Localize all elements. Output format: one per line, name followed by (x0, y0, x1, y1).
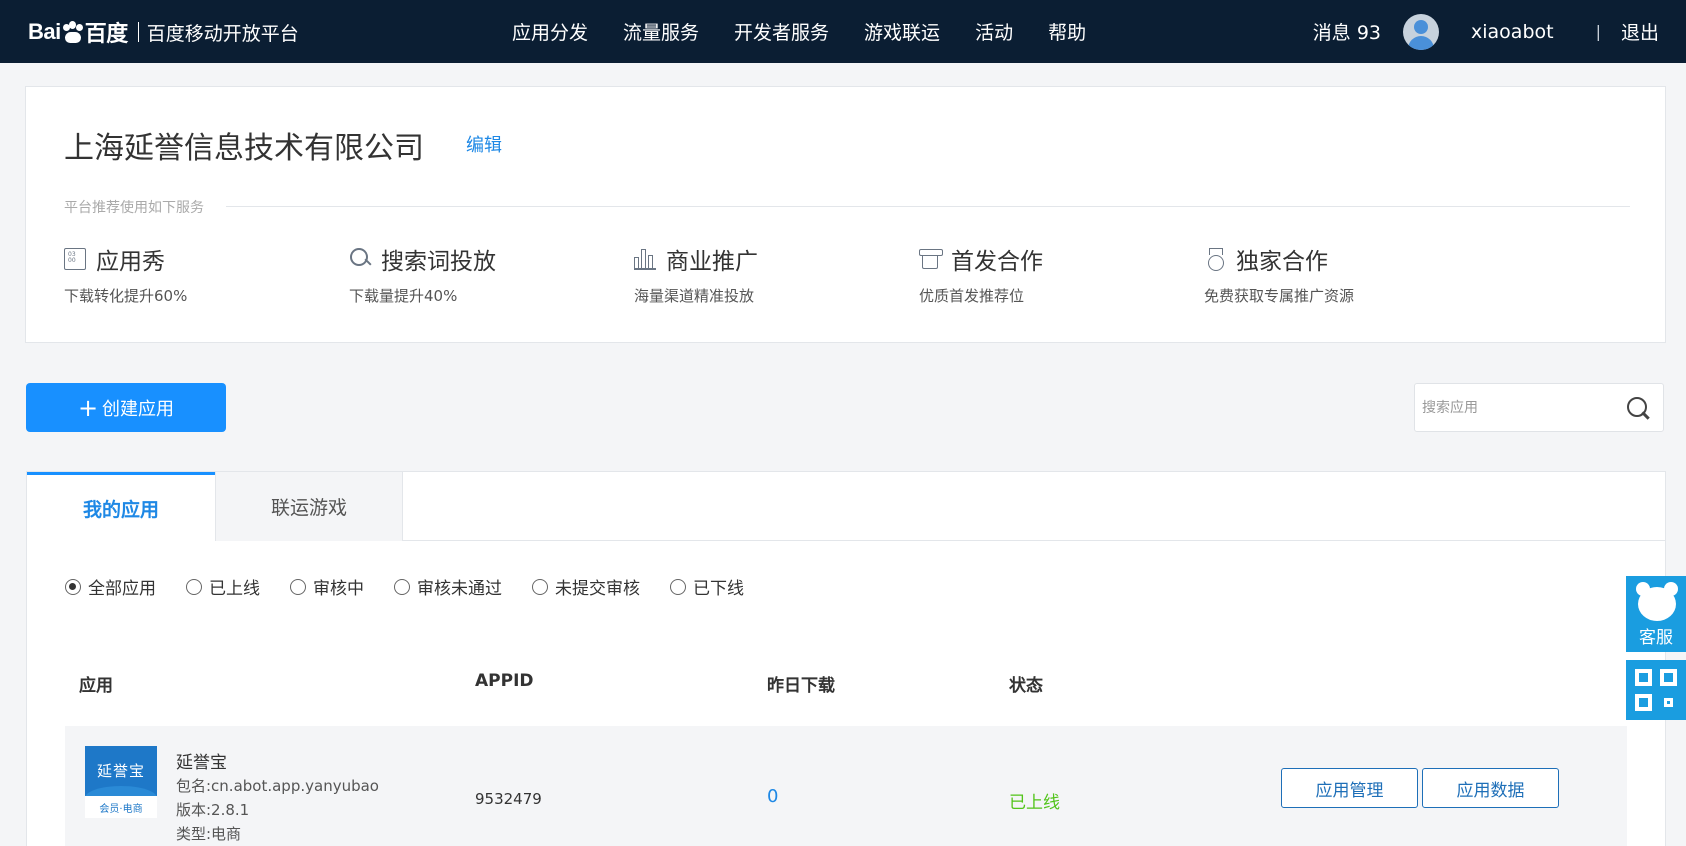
radio[interactable] (394, 578, 410, 595)
company-card: 上海延誉信息技术有限公司 编辑 平台推荐使用如下服务 应用秀 下载转化提升60%… (25, 86, 1666, 343)
bear-icon (1634, 582, 1680, 622)
service-app-show[interactable]: 应用秀 下载转化提升60% (64, 243, 344, 306)
user-bar: 消息 93 xiaoabot | 退出 (1313, 0, 1686, 63)
radio[interactable] (186, 578, 202, 595)
table-row: 延誉宝 会员·电商 延誉宝 包名:cn.abot.app.yanyubao 版本… (65, 726, 1627, 846)
cup-icon (919, 248, 943, 270)
column-header-status: 状态 (1009, 676, 1043, 696)
baidu-logo[interactable]: Bai 百度 百度移动开放平台 (28, 12, 299, 52)
service-name: 搜索词投放 (381, 249, 496, 275)
tab-joint-games[interactable]: 联运游戏 (215, 472, 403, 541)
paw-icon (62, 21, 84, 43)
filter-label: 审核中 (313, 579, 364, 599)
radio[interactable] (290, 578, 306, 595)
nav-item-help[interactable]: 帮助 (1048, 18, 1086, 45)
service-desc: 海量渠道精准投放 (634, 287, 755, 305)
qr-code-button[interactable] (1626, 660, 1686, 720)
radio[interactable] (670, 578, 686, 595)
tab-bar: 我的应用 联运游戏 (27, 472, 1665, 542)
nav-item-game-operations[interactable]: 游戏联运 (864, 18, 940, 45)
service-desc: 优质首发推荐位 (919, 287, 1025, 305)
logo-mark: Bai 百度 (28, 16, 128, 48)
service-search-keywords[interactable]: 搜索词投放 下载量提升40% (349, 243, 629, 306)
service-desc: 下载转化提升60% (64, 287, 188, 305)
filter-offline[interactable]: 已下线 (670, 574, 744, 599)
customer-service-label: 客服 (1639, 628, 1673, 648)
messages-link[interactable]: 消息 93 (1313, 18, 1381, 45)
search-input[interactable] (1422, 396, 1612, 420)
app-manage-button[interactable]: 应用管理 (1281, 768, 1418, 808)
service-commercial-promotion[interactable]: 商业推广 海量渠道精准投放 (634, 243, 914, 306)
app-id: 9532479 (475, 790, 542, 808)
logo-divider (137, 22, 139, 42)
edit-company-link[interactable]: 编辑 (466, 131, 502, 157)
service-exclusive[interactable]: 独家合作 免费获取专属推广资源 (1204, 243, 1484, 306)
service-name: 商业推广 (666, 249, 758, 275)
filter-not-submitted[interactable]: 未提交审核 (532, 574, 640, 599)
logout-link[interactable]: 退出 (1621, 18, 1659, 45)
create-app-button[interactable]: + 创建应用 (26, 383, 226, 432)
service-name: 应用秀 (96, 249, 165, 275)
filter-label: 已下线 (693, 579, 744, 599)
service-name: 独家合作 (1236, 249, 1328, 275)
username[interactable]: xiaoabot (1471, 21, 1554, 43)
app-logo-subtext: 会员·电商 (99, 804, 143, 815)
filter-under-review[interactable]: 审核中 (290, 574, 364, 599)
filter-label: 审核未通过 (417, 579, 502, 599)
service-first-release[interactable]: 首发合作 优质首发推荐位 (919, 243, 1199, 306)
bar-chart-icon (634, 248, 656, 270)
search-icon[interactable] (1627, 397, 1651, 421)
app-list-panel: 我的应用 联运游戏 全部应用 已上线 审核中 审核未通过 未提交审核 已下线 应 (26, 471, 1666, 846)
company-name: 上海延誉信息技术有限公司 (64, 131, 424, 166)
filter-label: 全部应用 (88, 579, 156, 599)
recommend-divider (226, 206, 1630, 207)
filter-label: 已上线 (209, 579, 260, 599)
filter-all-apps[interactable]: 全部应用 (65, 574, 156, 599)
top-nav-bar: Bai 百度 百度移动开放平台 应用分发 流量服务 开发者服务 游戏联运 活动 … (0, 0, 1686, 63)
grid-icon (64, 248, 86, 270)
platform-name: 百度移动开放平台 (146, 22, 299, 45)
radio-checked[interactable] (65, 578, 81, 595)
service-desc: 免费获取专属推广资源 (1204, 287, 1355, 305)
avatar[interactable] (1403, 13, 1440, 50)
app-data-button[interactable]: 应用数据 (1422, 768, 1559, 808)
logo-mark-right: 百度 (84, 21, 129, 46)
medal-icon (1204, 248, 1226, 271)
create-app-label: 创建应用 (102, 398, 175, 420)
app-package: 包名:cn.abot.app.yanyubao (176, 777, 379, 795)
column-header-app: 应用 (79, 676, 113, 696)
nav-item-developer-services[interactable]: 开发者服务 (734, 18, 829, 45)
nav-item-app-distribution[interactable]: 应用分发 (512, 18, 588, 45)
service-desc: 下载量提升40% (349, 287, 458, 305)
column-header-downloads: 昨日下载 (767, 676, 835, 696)
plus-icon: + (77, 393, 99, 422)
search-icon (349, 248, 371, 270)
user-bar-divider: | (1595, 22, 1601, 41)
search-box (1414, 383, 1664, 432)
qr-code-icon (1635, 669, 1652, 686)
customer-service-button[interactable]: 客服 (1626, 576, 1686, 652)
filter-online[interactable]: 已上线 (186, 574, 260, 599)
table-header: 应用 APPID 昨日下载 状态 (65, 657, 1627, 707)
app-name[interactable]: 延誉宝 (176, 748, 227, 773)
filter-review-failed[interactable]: 审核未通过 (394, 574, 502, 599)
status-filters: 全部应用 已上线 审核中 审核未通过 未提交审核 已下线 (65, 574, 774, 599)
status-badge: 已上线 (1009, 793, 1060, 813)
service-name: 首发合作 (951, 249, 1043, 275)
main-nav: 应用分发 流量服务 开发者服务 游戏联运 活动 帮助 (512, 0, 1121, 63)
tab-my-apps[interactable]: 我的应用 (27, 472, 215, 542)
recommend-title: 平台推荐使用如下服务 (64, 200, 204, 216)
app-logo[interactable]: 延誉宝 会员·电商 (85, 746, 157, 818)
app-logo-text: 延誉宝 (96, 762, 145, 780)
logo-mark-left: Bai (28, 19, 61, 44)
app-type: 类型:电商 (176, 825, 242, 843)
yesterday-downloads[interactable]: 0 (767, 786, 778, 807)
app-version: 版本:2.8.1 (176, 801, 250, 819)
nav-item-activities[interactable]: 活动 (975, 18, 1013, 45)
nav-item-traffic-services[interactable]: 流量服务 (623, 18, 699, 45)
radio[interactable] (532, 578, 548, 595)
filter-label: 未提交审核 (555, 579, 640, 599)
column-header-appid: APPID (475, 671, 534, 691)
